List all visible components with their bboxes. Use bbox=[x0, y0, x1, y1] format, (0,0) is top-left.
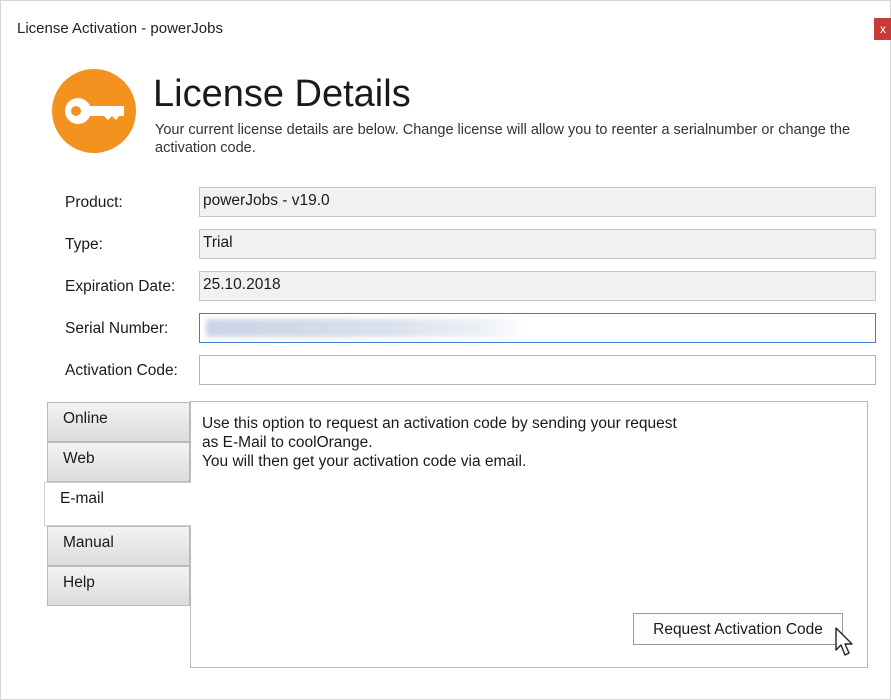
expiration-date-field: 25.10.2018 bbox=[199, 271, 876, 301]
serial-number-label: Serial Number: bbox=[65, 320, 169, 337]
key-icon bbox=[52, 69, 136, 153]
expiration-date-label: Expiration Date: bbox=[65, 278, 176, 295]
serial-number-input[interactable] bbox=[199, 313, 876, 343]
page-title: License Details bbox=[153, 73, 411, 115]
tab-manual[interactable]: Manual bbox=[47, 526, 190, 566]
title-bar: License Activation - powerJobs bbox=[1, 1, 890, 59]
instruction-line: Use this option to request an activation… bbox=[202, 415, 677, 432]
mouse-cursor-icon bbox=[834, 626, 856, 660]
panel-instructions: Use this option to request an activation… bbox=[202, 414, 762, 471]
product-label: Product: bbox=[65, 194, 123, 211]
tab-online[interactable]: Online bbox=[47, 402, 190, 442]
product-field: powerJobs - v19.0 bbox=[199, 187, 876, 217]
close-button[interactable]: x bbox=[874, 18, 891, 40]
activation-code-label: Activation Code: bbox=[65, 362, 178, 379]
type-label: Type: bbox=[65, 236, 103, 253]
activation-code-input[interactable] bbox=[199, 355, 876, 385]
redacted-serial bbox=[206, 319, 518, 337]
instruction-line: You will then get your activation code v… bbox=[202, 453, 527, 470]
email-tab-panel: Use this option to request an activation… bbox=[190, 401, 868, 668]
window-title: License Activation - powerJobs bbox=[17, 20, 223, 37]
license-activation-window: License Activation - powerJobs x License… bbox=[0, 0, 891, 700]
header-description: Your current license details are below. … bbox=[155, 122, 851, 154]
instruction-line: as E-Mail to coolOrange. bbox=[202, 434, 373, 451]
tab-help[interactable]: Help bbox=[47, 566, 190, 606]
request-activation-code-button[interactable]: Request Activation Code bbox=[633, 613, 843, 645]
type-field: Trial bbox=[199, 229, 876, 259]
tab-email[interactable]: E-mail bbox=[44, 482, 191, 526]
tab-web[interactable]: Web bbox=[47, 442, 190, 482]
